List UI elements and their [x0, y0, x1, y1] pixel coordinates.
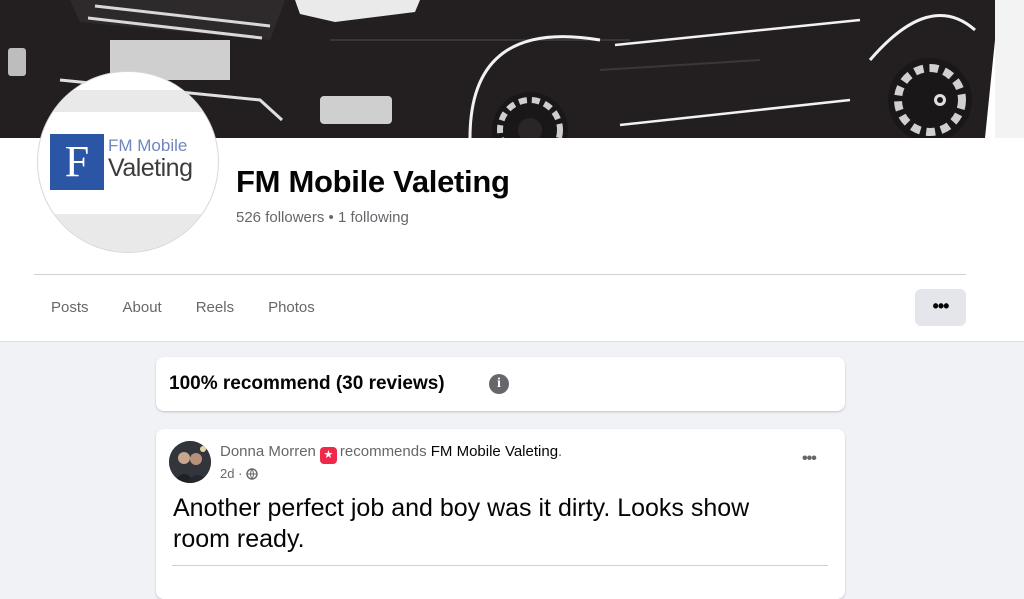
- post-body: Another perfect job and boy was it dirty…: [173, 494, 750, 553]
- tab-reels[interactable]: Reels: [179, 288, 251, 328]
- avatar-band: [38, 90, 218, 112]
- recommended-page-link[interactable]: FM Mobile Valeting: [431, 443, 558, 460]
- post-header: Donna Morren ★ recommends FM Mobile Valeti…: [220, 443, 562, 464]
- recommend-star-icon: ★: [319, 447, 337, 464]
- post-time[interactable]: 2d: [220, 466, 234, 481]
- author-avatar[interactable]: [169, 441, 211, 483]
- author-name[interactable]: Donna Morren: [220, 443, 316, 460]
- globe-icon[interactable]: [246, 468, 258, 483]
- logo-text-line2: Valeting: [108, 154, 193, 182]
- profile-tabs: Posts About Reels Photos: [34, 288, 332, 328]
- post-header-punct: .: [558, 443, 563, 460]
- logo-text-line1: FM Mobile: [108, 136, 188, 155]
- more-options-button[interactable]: •••: [915, 289, 966, 326]
- author-photo: [169, 441, 211, 483]
- logo-mark: F: [50, 134, 104, 190]
- page-title[interactable]: FM Mobile Valeting: [236, 164, 510, 200]
- followers-stats[interactable]: 526 followers • 1 following: [236, 209, 409, 226]
- profile-avatar[interactable]: F FM Mobile Valeting: [38, 72, 218, 252]
- avatar-band: [38, 214, 218, 252]
- post-divider: [172, 565, 828, 566]
- recommend-summary[interactable]: 100% recommend (30 reviews): [169, 373, 445, 395]
- tab-about[interactable]: About: [106, 288, 179, 328]
- tab-photos[interactable]: Photos: [251, 288, 332, 328]
- tab-posts[interactable]: Posts: [34, 288, 106, 328]
- post-more-options-icon[interactable]: •••: [802, 450, 817, 468]
- info-icon[interactable]: i: [489, 374, 509, 394]
- header-divider: [34, 274, 966, 275]
- meta-separator: ·: [238, 466, 243, 481]
- recommend-verb: recommends: [339, 443, 427, 460]
- more-horizontal-icon: •••: [932, 296, 950, 316]
- review-post: Donna Morren ★ recommends FM Mobile Valeti…: [156, 429, 845, 599]
- post-meta: 2d ·: [220, 466, 258, 483]
